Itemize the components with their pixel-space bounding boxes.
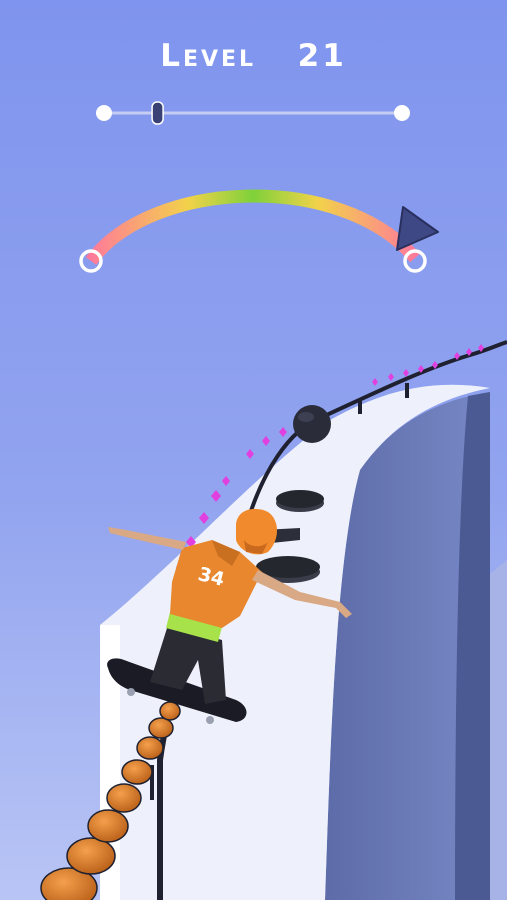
progress-marker	[151, 101, 164, 125]
progress-end-dot	[394, 105, 410, 121]
level-title: Level 21	[0, 38, 507, 74]
progress-start-dot	[96, 105, 112, 121]
rail-knob-shine	[298, 412, 314, 422]
game-scene	[0, 0, 507, 900]
level-number: 21	[297, 38, 347, 74]
rail-knob	[293, 405, 331, 443]
level-label: Level	[160, 38, 257, 74]
